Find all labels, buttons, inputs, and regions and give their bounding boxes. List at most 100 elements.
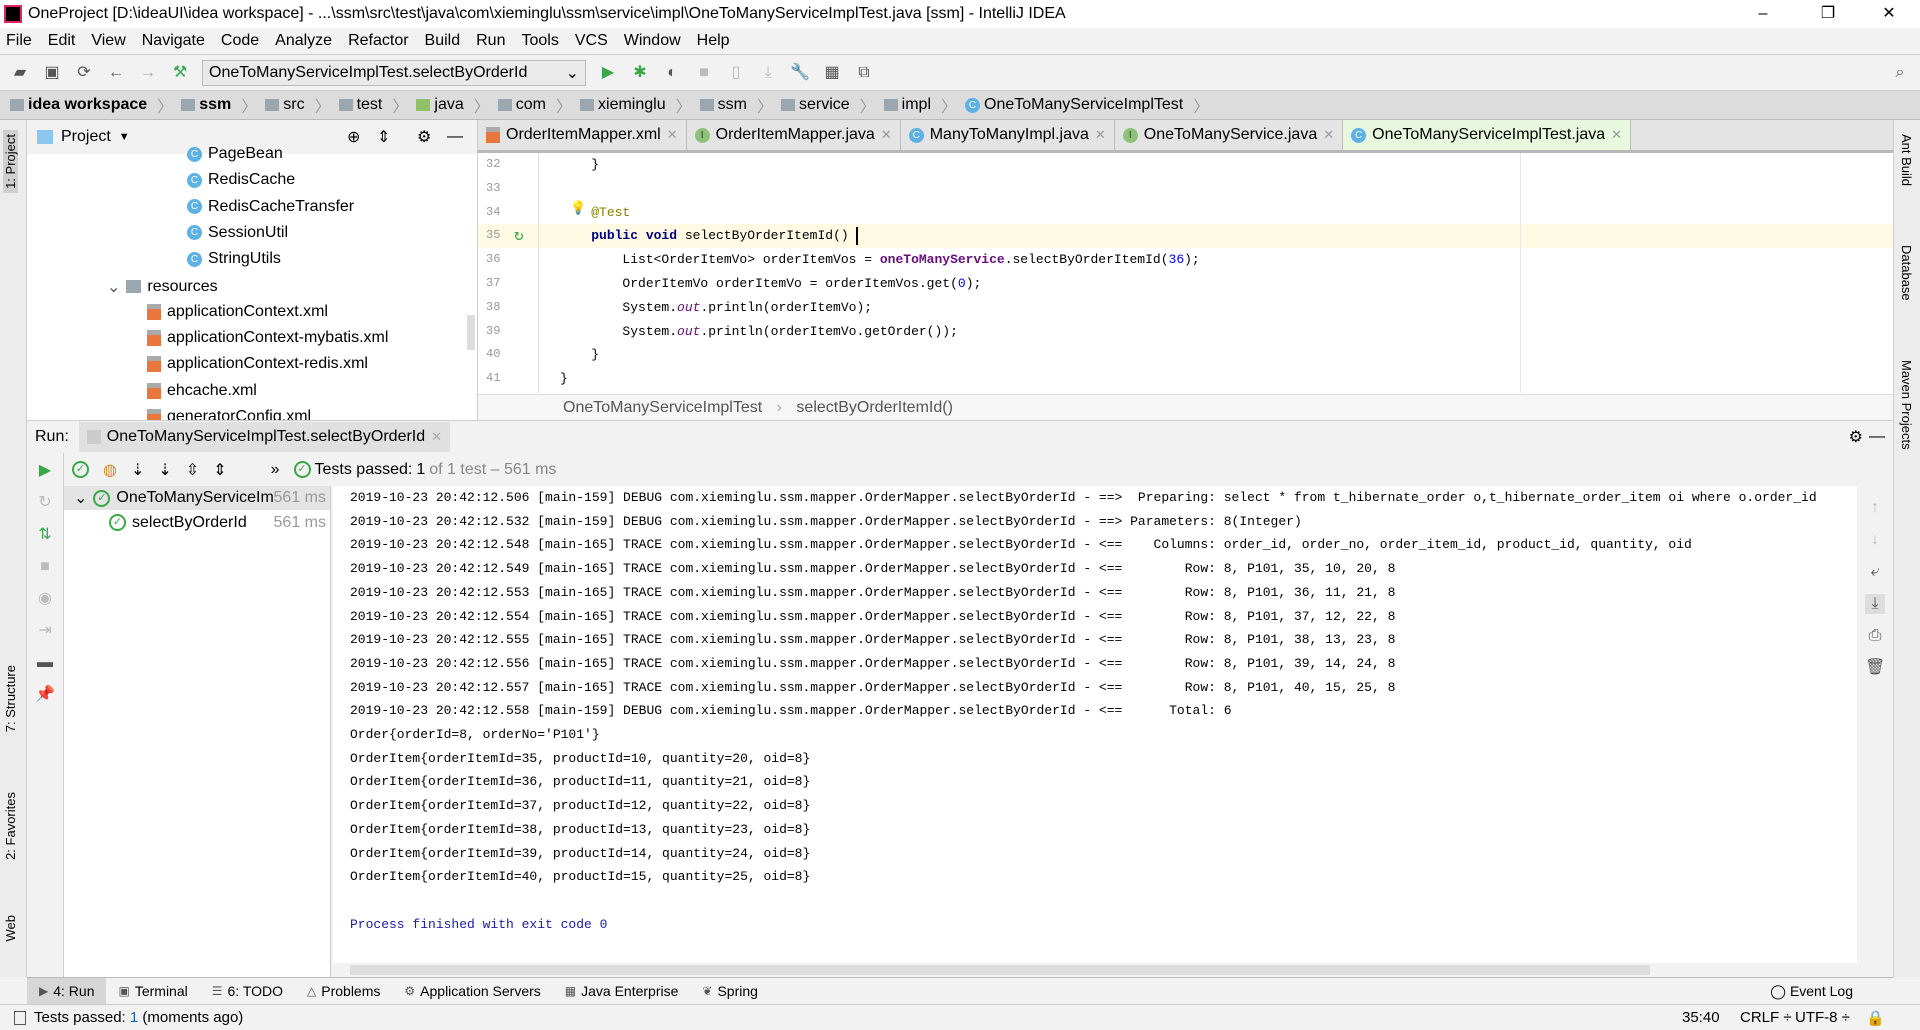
breadcrumb-item[interactable]: C OneToManyServiceImplTest 〉: [965, 93, 1217, 117]
breadcrumb-item[interactable]: impl 〉: [883, 93, 965, 117]
menu-edit[interactable]: Edit: [48, 32, 76, 50]
menu-run[interactable]: Run: [476, 32, 505, 50]
breadcrumb-item[interactable]: idea workspace 〉: [10, 93, 181, 117]
tree-item[interactable]: C RedisCacheTransfer: [187, 198, 354, 216]
breadcrumb-item[interactable]: src 〉: [265, 93, 338, 117]
bottom-tab[interactable]: ❦ Spring: [690, 978, 770, 1005]
toggle-auto-test-icon[interactable]: ⇅: [35, 525, 55, 545]
show-passed-toggle[interactable]: ✓: [72, 461, 89, 478]
tool-tab-web[interactable]: Web: [3, 915, 18, 942]
chevron-down-icon[interactable]: ⌄: [107, 277, 120, 297]
project-view-select[interactable]: Project: [61, 128, 111, 146]
menu-refactor[interactable]: Refactor: [348, 32, 408, 50]
locate-icon[interactable]: ⊕: [347, 127, 360, 147]
event-log-tab[interactable]: ◯ Event Log: [1770, 983, 1853, 1000]
tree-item[interactable]: C SessionUtil: [187, 224, 288, 242]
save-icon[interactable]: ▣: [42, 63, 62, 83]
tool-tab-structure[interactable]: 7: Structure: [3, 665, 18, 732]
editor-tab[interactable]: C OneToManyServiceImplTest.java ✕: [1343, 120, 1632, 150]
menu-vcs[interactable]: VCS: [575, 32, 608, 50]
menu-file[interactable]: File: [6, 32, 32, 50]
tool-tab-ant-build[interactable]: Ant Build: [1899, 134, 1914, 186]
menu-window[interactable]: Window: [624, 32, 681, 50]
vcs-commit-icon[interactable]: ⤓: [758, 63, 778, 83]
tree-item[interactable]: C PageBean: [187, 145, 283, 163]
open-folder-icon[interactable]: ▰: [10, 63, 30, 83]
close-icon[interactable]: ✕: [1323, 127, 1334, 143]
close-icon[interactable]: ✕: [667, 127, 678, 143]
tool-tab-project[interactable]: 1: Project: [3, 130, 18, 193]
run-tab[interactable]: OneToManyServiceImplTest.selectByOrderId…: [78, 422, 451, 452]
tree-item[interactable]: applicationContext.xml: [147, 303, 328, 321]
down-arrow-icon[interactable]: ↓: [1865, 530, 1885, 550]
run-configuration-select[interactable]: OneToManyServiceImplTest.selectByOrderId…: [202, 59, 586, 86]
menu-analyze[interactable]: Analyze: [275, 32, 332, 50]
tree-item[interactable]: applicationContext-redis.xml: [147, 355, 368, 373]
breadcrumb-item[interactable]: xieminglu 〉: [580, 93, 700, 117]
trash-icon[interactable]: 🗑: [1865, 658, 1885, 678]
close-icon[interactable]: ✕: [1095, 127, 1106, 143]
tree-item[interactable]: generatorConfig.xml: [147, 408, 311, 420]
tree-item[interactable]: ehcache.xml: [147, 382, 257, 400]
sort-duration-icon[interactable]: ⇣: [158, 460, 171, 480]
console-hscrollbar[interactable]: [350, 965, 1650, 975]
lock-icon[interactable]: 🔒: [1866, 1009, 1885, 1027]
maximize-button[interactable]: ❐: [1805, 0, 1851, 28]
file-encoding[interactable]: UTF-8 ÷: [1795, 1009, 1850, 1026]
stop-icon[interactable]: ■: [35, 557, 55, 577]
up-arrow-icon[interactable]: ↑: [1865, 498, 1885, 518]
breadcrumb-item[interactable]: java 〉: [416, 93, 497, 117]
line-separator[interactable]: CRLF ÷: [1740, 1009, 1792, 1026]
tree-item[interactable]: C RedisCache: [187, 171, 295, 189]
breadcrumb-item[interactable]: ssm 〉: [699, 93, 781, 117]
print-icon[interactable]: ⎙: [1865, 626, 1885, 646]
breadcrumb-item[interactable]: com 〉: [497, 93, 580, 117]
expand-all-icon[interactable]: ⇳: [186, 460, 199, 480]
bottom-tab[interactable]: ▣ Terminal: [106, 978, 199, 1005]
breadcrumb-item[interactable]: ssm 〉: [181, 93, 265, 117]
close-icon[interactable]: ✕: [881, 127, 892, 143]
bottom-tab[interactable]: ⚙ Application Servers: [392, 978, 552, 1005]
menu-tools[interactable]: Tools: [521, 32, 558, 50]
editor-tab[interactable]: OrderItemMapper.xml ✕: [478, 120, 687, 150]
tool-tab-maven-projects[interactable]: Maven Projects: [1899, 360, 1914, 450]
settings-wrench-icon[interactable]: 🔧: [790, 63, 810, 83]
caret-position[interactable]: 35:40: [1682, 1009, 1720, 1026]
camera-icon[interactable]: ◉: [35, 589, 55, 609]
sync-icon[interactable]: ⟳: [74, 63, 94, 83]
project-structure-icon[interactable]: ▦: [822, 63, 842, 83]
breadcrumb-item[interactable]: service 〉: [780, 93, 884, 117]
sort-alpha-icon[interactable]: ⇣: [131, 460, 144, 480]
menu-build[interactable]: Build: [425, 32, 461, 50]
hide-panel-icon[interactable]: —: [447, 128, 463, 146]
rerun-icon[interactable]: ▶: [35, 461, 55, 481]
more-icon[interactable]: »: [271, 461, 280, 479]
bottom-tab[interactable]: ▦ Java Enterprise: [553, 978, 691, 1005]
breadcrumb-item[interactable]: test 〉: [338, 93, 417, 117]
tree-item[interactable]: ⌄ resources: [107, 277, 218, 297]
vcs-update-icon[interactable]: ▯: [726, 63, 746, 83]
tree-item[interactable]: C StringUtils: [187, 250, 281, 268]
tool-tab-favorites[interactable]: 2: Favorites: [3, 792, 18, 860]
tool-tab-database[interactable]: Database: [1899, 245, 1914, 301]
menu-code[interactable]: Code: [221, 32, 259, 50]
gear-icon[interactable]: ⚙: [417, 127, 431, 147]
pin-icon[interactable]: 📌: [35, 685, 55, 705]
hide-panel-icon[interactable]: —: [1869, 428, 1885, 446]
tree-item[interactable]: applicationContext-mybatis.xml: [147, 329, 388, 347]
forward-icon[interactable]: →: [138, 63, 158, 83]
menu-help[interactable]: Help: [697, 32, 730, 50]
scroll-to-end-icon[interactable]: ⤓: [1865, 594, 1885, 614]
collapse-all-icon[interactable]: ⇕: [377, 127, 390, 147]
close-icon[interactable]: ✕: [431, 429, 442, 445]
coverage-icon[interactable]: ◐: [662, 63, 682, 83]
sdk-manager-icon[interactable]: ⧉: [854, 63, 874, 83]
editor-tab[interactable]: C ManyToManyImpl.java ✕: [901, 120, 1115, 150]
project-scrollbar[interactable]: [467, 315, 475, 350]
test-tree-item[interactable]: ✓ selectByOrderId 561 ms: [64, 511, 330, 535]
menu-navigate[interactable]: Navigate: [142, 32, 205, 50]
soft-wrap-icon[interactable]: ⤶: [1865, 562, 1885, 582]
chevron-down-icon[interactable]: ⌄: [74, 488, 87, 508]
show-ignored-toggle[interactable]: ◍: [103, 460, 117, 480]
bottom-tab[interactable]: △ Problems: [295, 978, 392, 1005]
